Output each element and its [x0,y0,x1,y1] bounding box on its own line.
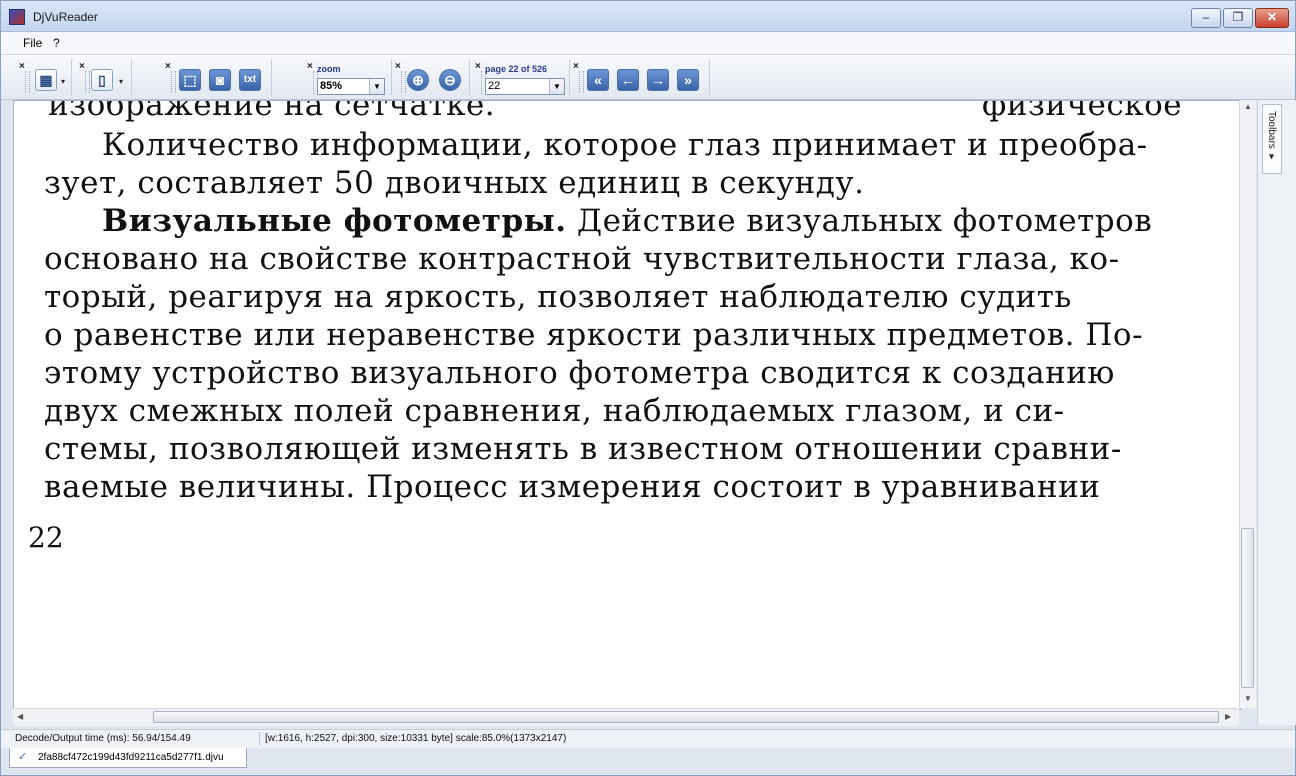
toolbar-group-layout: × ▦ ▾ [15,59,72,95]
select-icon: ⬚ [183,72,197,88]
next-page-button[interactable]: → [647,69,669,91]
doc-line: зует, составляет 50 двоичных единиц в се… [44,165,865,201]
toolbar-close-icon[interactable]: × [573,61,579,72]
toolbar-close-icon[interactable]: × [79,61,85,72]
menu-bar: File ? [1,32,1295,55]
toolbar-group-page-nav: × page 22 of 526 22 ▼ [471,59,570,95]
chevron-down-icon[interactable]: ▾ [119,77,123,86]
status-decode-time: Decode/Output time (ms): 56.94/154.49 [13,732,260,746]
menu-file[interactable]: File [23,36,42,50]
page-label: page 22 of 526 [485,64,548,74]
zoom-select[interactable]: 85% ▼ [317,78,385,95]
chevron-down-icon[interactable]: ▼ [369,79,384,94]
title-bar: DjVuReader – ❐ ✕ [1,1,1295,32]
zoom-out-button[interactable]: ⊖ [439,69,461,91]
vertical-scroll-thumb[interactable] [1241,528,1254,688]
document-view[interactable]: изображение на сетчатке. физическое Коли… [13,100,1241,710]
document-tab[interactable]: ✓ 2fa88cf472c199d43fd9211ca5d277f1.djvu [9,748,247,768]
restore-icon: ❐ [1232,10,1244,24]
vertical-scrollbar[interactable]: ▲ ▼ [1239,100,1256,708]
image-icon: ◙ [215,72,225,88]
doc-heading: Визуальные фотометры. [102,203,567,239]
minimize-icon: – [1202,10,1210,24]
image-button[interactable]: ◙ [209,69,231,91]
text-button[interactable]: txt [239,69,261,91]
txt-icon: txt [243,74,257,85]
zoom-in-button[interactable]: ⊕ [407,69,429,91]
toolbar-group-page: × ▯ ▾ [75,59,132,95]
toolbar-close-icon[interactable]: × [307,61,313,72]
app-window: DjVuReader – ❐ ✕ File ? × ▦ ▾ × ▯ ▾ × ⬚ … [0,0,1296,776]
toolbar-grip[interactable] [85,71,90,93]
app-icon [9,9,25,25]
double-chevron-left-icon: « [594,72,602,88]
close-button[interactable]: ✕ [1255,8,1289,28]
toolbars-tab-label: Toolbars ▾ [1266,111,1277,163]
toolbar-close-icon[interactable]: × [19,61,25,72]
horizontal-scrollbar[interactable]: ◀ ▶ [13,708,1239,726]
toolbar-group-zoom: × zoom 85% ▼ [303,59,392,95]
toolbar-grip[interactable] [171,71,176,93]
toolbar-group-view: × ⬚ ◙ txt [161,59,272,95]
maximize-button[interactable]: ❐ [1223,8,1253,28]
first-page-button[interactable]: « [587,69,609,91]
toolbar-group-navigation: × « ← → » [569,59,710,95]
zoom-label: zoom [317,64,341,74]
horizontal-scroll-thumb[interactable] [153,711,1219,723]
minimize-button[interactable]: – [1191,8,1221,28]
toolbars-tab[interactable]: Toolbars ▾ [1262,104,1282,174]
zoom-value: 85% [320,80,343,92]
layout-button[interactable]: ▦ [35,69,57,91]
doc-line: Количество информации, которое глаз прин… [102,127,1148,163]
zoom-out-icon: ⊖ [444,72,456,88]
status-page-info: [w:1616, h:2527, dpi:300, size:10331 byt… [265,733,567,744]
doc-line: торый, реагируя на яркость, позволяет на… [44,279,1072,315]
select-button[interactable]: ⬚ [179,69,201,91]
last-page-button[interactable]: » [677,69,699,91]
toolbar-grip[interactable] [579,71,584,93]
doc-line: основано на свойстве контрастной чувстви… [44,241,1120,277]
prev-page-button[interactable]: ← [617,69,639,91]
scroll-up-icon[interactable]: ▲ [1244,102,1252,111]
page-select[interactable]: 22 ▼ [485,78,565,95]
page-value: 22 [488,80,501,92]
toolbar-grip[interactable] [401,71,406,93]
doc-line: изображение на сетчатке. [48,100,496,123]
page-number: 22 [28,521,64,554]
toolbar-close-icon[interactable]: × [395,61,401,72]
toolbar-grip[interactable] [25,71,30,93]
arrow-left-icon: ← [621,72,635,88]
doc-line-fragment: физическое [982,100,1183,123]
toolbar: × ▦ ▾ × ▯ ▾ × ⬚ ◙ txt × zoom 85% ▼ × ⊕ ⊖… [1,55,1295,100]
doc-line: стемы, позволяющей изменять в известном … [44,431,1122,467]
doc-line: двух смежных полей сравнения, наблюдаемы… [44,393,1065,429]
menu-help[interactable]: ? [53,36,60,50]
doc-line: Визуальные фотометры. Действие визуальны… [102,203,1152,239]
scroll-right-icon[interactable]: ▶ [1225,712,1231,721]
doc-line: ваемые величины. Процесс измерения состо… [44,469,1101,505]
toolbar-close-icon[interactable]: × [165,61,171,72]
scroll-down-icon[interactable]: ▼ [1244,694,1252,703]
zoom-in-icon: ⊕ [412,72,424,88]
layout-icon: ▦ [39,72,53,88]
side-panel: Toolbars ▾ [1257,100,1296,725]
page-icon: ▯ [98,72,106,88]
toolbar-group-zoom-buttons: × ⊕ ⊖ [391,59,470,95]
document-tab-label: 2fa88cf472c199d43fd9211ca5d277f1.djvu [38,752,224,763]
chevron-down-icon[interactable]: ▼ [549,79,564,94]
document-tab-bar: ✓ 2fa88cf472c199d43fd9211ca5d277f1.djvu [1,748,1295,775]
window-title: DjVuReader [33,10,98,24]
doc-line-text: Действие визуальных фотометров [576,203,1153,239]
scroll-left-icon[interactable]: ◀ [17,712,23,721]
document-icon: ✓ [18,751,28,763]
close-icon: ✕ [1266,10,1278,24]
chevron-down-icon[interactable]: ▾ [61,77,65,86]
toolbar-close-icon[interactable]: × [475,61,481,72]
doc-line: этому устройство визуального фотометра с… [44,355,1115,391]
double-chevron-right-icon: » [684,72,692,88]
page-mode-button[interactable]: ▯ [91,69,113,91]
arrow-right-icon: → [651,72,665,88]
doc-line: о равенстве или неравенстве яркости разл… [44,317,1144,353]
status-bar: Decode/Output time (ms): 56.94/154.49 [w… [1,729,1295,748]
